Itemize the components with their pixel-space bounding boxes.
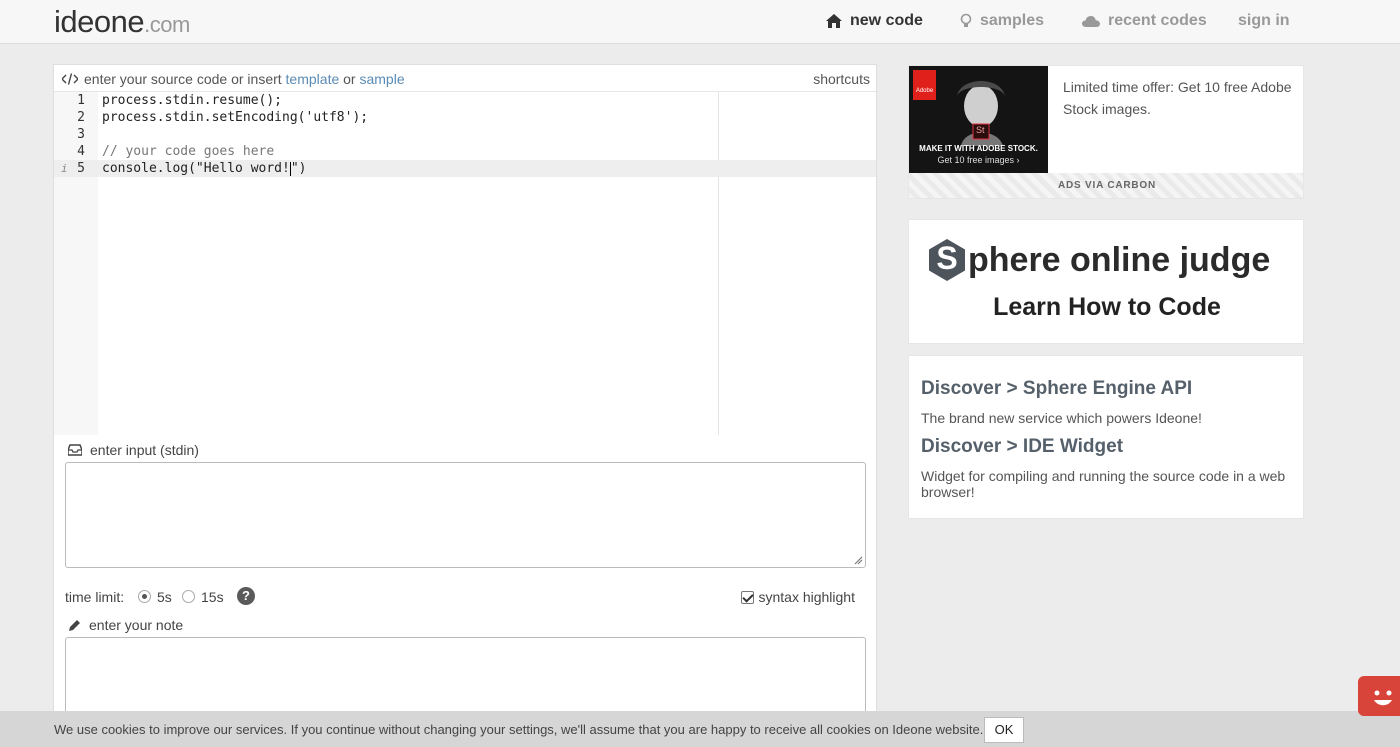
spoj-title-text: phere online judge xyxy=(968,240,1271,279)
cookie-ok-button[interactable]: OK xyxy=(984,717,1024,743)
discover-sphere-engine-link[interactable]: Discover > Sphere Engine API xyxy=(921,378,1192,400)
ad-cta[interactable]: Get 10 free images › xyxy=(909,155,1048,165)
note-label: enter your note xyxy=(68,617,183,633)
carbon-ad[interactable]: Adobe St MAKE IT WITH ADOBE STOCK. Get 1… xyxy=(908,65,1304,199)
discover-sphere-engine-text: The brand new service which powers Ideon… xyxy=(921,410,1202,426)
resize-grip-icon[interactable] xyxy=(854,556,863,565)
ads-via-carbon-link[interactable]: ADS VIA CARBON xyxy=(909,173,1303,198)
code-text-after-cursor: ") xyxy=(290,161,307,176)
code-text: console.log("Hello word!") xyxy=(102,160,307,177)
nav-new-code[interactable]: new code xyxy=(826,12,923,30)
note-label-text: enter your note xyxy=(89,617,184,633)
top-navigation-bar: ideone.com new code samples recent codes… xyxy=(0,0,1400,44)
ad-text[interactable]: Limited time offer: Get 10 free Adobe St… xyxy=(1063,76,1293,120)
code-comment: // your code goes here xyxy=(102,144,275,159)
note-textarea[interactable] xyxy=(65,637,866,717)
spoj-hexagon-logo: S xyxy=(927,238,967,282)
discover-panel: Discover > Sphere Engine API The brand n… xyxy=(908,355,1304,519)
stdin-label: enter input (stdin) xyxy=(68,442,199,458)
nav-sign-in[interactable]: sign in xyxy=(1238,12,1290,30)
adobe-brand-text: Adobe xyxy=(915,88,934,94)
editor-prompt: enter your source code or insert templat… xyxy=(62,71,405,87)
editor-prompt-or: or xyxy=(343,71,356,87)
cloud-icon xyxy=(1082,15,1100,27)
pencil-icon xyxy=(69,619,80,631)
time-limit-5s-radio[interactable] xyxy=(138,590,151,603)
spoj-logo-letter: S xyxy=(936,240,958,276)
logo-text: ideone xyxy=(54,4,145,39)
stdin-textarea[interactable] xyxy=(65,462,866,568)
syntax-highlight-checkbox[interactable] xyxy=(741,590,755,604)
nav-recent-codes-label: recent codes xyxy=(1108,12,1207,29)
nav-sign-in-label: sign in xyxy=(1238,12,1290,29)
syntax-highlight-label: syntax highlight xyxy=(758,589,855,605)
code-icon xyxy=(62,73,78,85)
code-line[interactable]: 1 process.stdin.resume(); xyxy=(54,92,876,109)
nav-samples[interactable]: samples xyxy=(960,12,1044,30)
line-number: 4 xyxy=(77,144,85,159)
cookie-text: We use cookies to improve our services. … xyxy=(54,722,984,737)
time-limit-label: time limit: xyxy=(65,589,125,605)
editor-panel: enter your source code or insert templat… xyxy=(53,64,877,724)
editor-header: enter your source code or insert templat… xyxy=(54,65,876,92)
discover-ide-widget-link[interactable]: Discover > IDE Widget xyxy=(921,436,1123,458)
code-line[interactable]: 4 // your code goes here xyxy=(54,143,876,160)
line-number: 1 xyxy=(77,93,85,108)
code-text: process.stdin.setEncoding('utf8'); xyxy=(102,110,369,125)
spoj-title: S phere online judge xyxy=(927,238,1270,282)
line-number: 5 xyxy=(77,161,85,176)
code-text-before-cursor: console.log("Hello word! xyxy=(102,161,290,176)
ideone-logo[interactable]: ideone.com xyxy=(54,4,190,40)
chat-widget-button[interactable] xyxy=(1358,676,1400,716)
adobe-logo: Adobe xyxy=(913,70,936,100)
ad-headline: MAKE IT WITH ADOBE STOCK. xyxy=(919,144,1038,153)
stdin-label-text: enter input (stdin) xyxy=(90,442,199,458)
help-icon[interactable]: ? xyxy=(237,587,255,605)
nav-samples-label: samples xyxy=(980,12,1045,29)
template-link[interactable]: template xyxy=(286,71,340,87)
time-limit-5s-label[interactable]: 5s xyxy=(157,589,172,605)
cookie-consent-bar: We use cookies to improve our services. … xyxy=(0,711,1400,747)
code-text: process.stdin.resume(); xyxy=(102,93,283,108)
line-number: 2 xyxy=(77,110,85,125)
home-icon xyxy=(826,14,842,28)
inbox-icon xyxy=(68,444,82,456)
shortcuts-link[interactable]: shortcuts xyxy=(813,71,870,87)
logo-suffix: .com xyxy=(144,12,190,37)
code-editor[interactable]: 1 process.stdin.resume(); 2 process.stdi… xyxy=(54,92,876,435)
editor-prompt-text: enter your source code or insert xyxy=(84,71,282,87)
discover-ide-widget-text: Widget for compiling and running the sou… xyxy=(921,468,1286,500)
sample-link[interactable]: sample xyxy=(359,71,404,87)
run-options: time limit: 5s 15s ? syntax highlight xyxy=(65,587,855,607)
lightbulb-icon xyxy=(960,13,972,27)
code-line[interactable]: 3 xyxy=(54,126,876,143)
time-limit-15s-radio[interactable] xyxy=(182,590,195,603)
smiley-icon xyxy=(1374,690,1392,706)
adobe-stock-ad-image[interactable]: Adobe St MAKE IT WITH ADOBE STOCK. Get 1… xyxy=(909,66,1048,173)
spoj-banner[interactable]: S phere online judge Learn How to Code xyxy=(908,219,1304,344)
spoj-subtitle: Learn How to Code xyxy=(993,293,1221,321)
stock-badge-text: St xyxy=(976,125,985,135)
time-limit-15s-label[interactable]: 15s xyxy=(201,589,224,605)
code-line-active[interactable]: i 5 console.log("Hello word!") xyxy=(54,160,876,177)
nav-recent-codes[interactable]: recent codes xyxy=(1082,12,1207,30)
line-number: 3 xyxy=(77,127,85,142)
syntax-highlight-toggle[interactable]: syntax highlight xyxy=(741,589,855,605)
nav-new-code-label: new code xyxy=(850,12,923,29)
code-line[interactable]: 2 process.stdin.setEncoding('utf8'); xyxy=(54,109,876,126)
